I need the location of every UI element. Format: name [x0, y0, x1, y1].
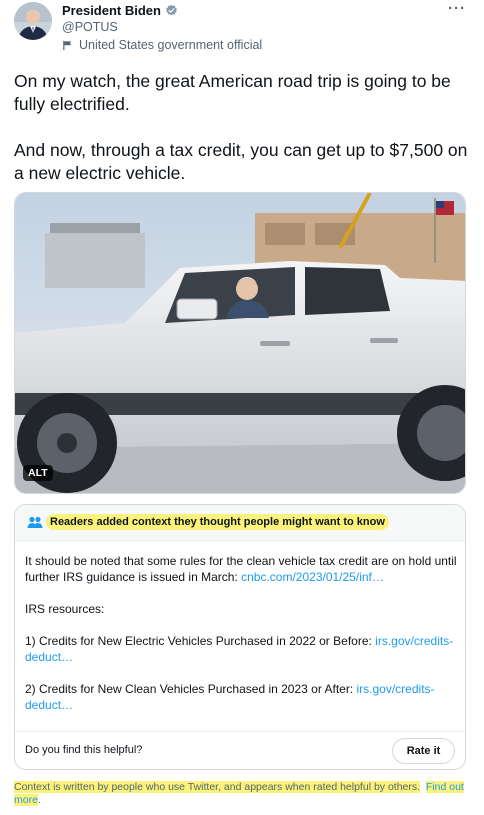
more-options-icon[interactable]: ··· [448, 0, 466, 17]
tweet-text: On my watch, the great American road tri… [14, 70, 470, 208]
community-notes-title: Readers added context they thought peopl… [46, 514, 389, 530]
alt-text-badge[interactable]: ALT [23, 465, 53, 481]
notes-footer: Context is written by people who use Twi… [14, 781, 470, 807]
tweet-photo[interactable]: ALT [14, 192, 466, 494]
verified-badge-icon [165, 4, 178, 17]
resource-item-1-text: 1) Credits for New Electric Vehicles Pur… [25, 634, 376, 648]
footer-end: . [37, 794, 41, 806]
author-handle[interactable]: @POTUS [62, 20, 118, 34]
resource-item-2-text: 2) Credits for New Clean Vehicles Purcha… [25, 682, 357, 696]
author-name-row: President Biden [62, 3, 178, 18]
note-paragraph: It should be noted that some rules for t… [25, 553, 457, 585]
people-icon [27, 516, 43, 529]
community-notes-body: It should be noted that some rules for t… [25, 553, 457, 729]
note-source-link[interactable]: cnbc.com/2023/01/25/inf… [241, 570, 384, 584]
community-notes-header: Readers added context they thought peopl… [15, 505, 465, 541]
tweet-paragraph-1: On my watch, the great American road tri… [14, 71, 451, 114]
flag-icon [62, 40, 73, 51]
avatar[interactable] [14, 2, 52, 40]
resource-item-1: 1) Credits for New Electric Vehicles Pur… [25, 633, 457, 665]
helpful-question: Do you find this helpful? [25, 744, 143, 756]
electric-truck-photo [15, 193, 465, 493]
community-notes-box: Readers added context they thought peopl… [14, 504, 466, 770]
irs-resources-label: IRS resources: [25, 602, 105, 616]
footer-text: Context is written by people who use Twi… [14, 781, 421, 793]
rate-it-button[interactable]: Rate it [392, 738, 455, 764]
resource-item-2: 2) Credits for New Clean Vehicles Purcha… [25, 681, 457, 713]
tweet-header: President Biden @POTUS United States gov… [14, 0, 470, 58]
government-label-text: United States government official [79, 38, 263, 52]
helpful-row: Do you find this helpful? Rate it [15, 731, 465, 769]
author-name[interactable]: President Biden [62, 3, 161, 18]
tweet-paragraph-2: And now, through a tax credit, you can g… [14, 140, 468, 183]
government-label: United States government official [62, 38, 262, 52]
